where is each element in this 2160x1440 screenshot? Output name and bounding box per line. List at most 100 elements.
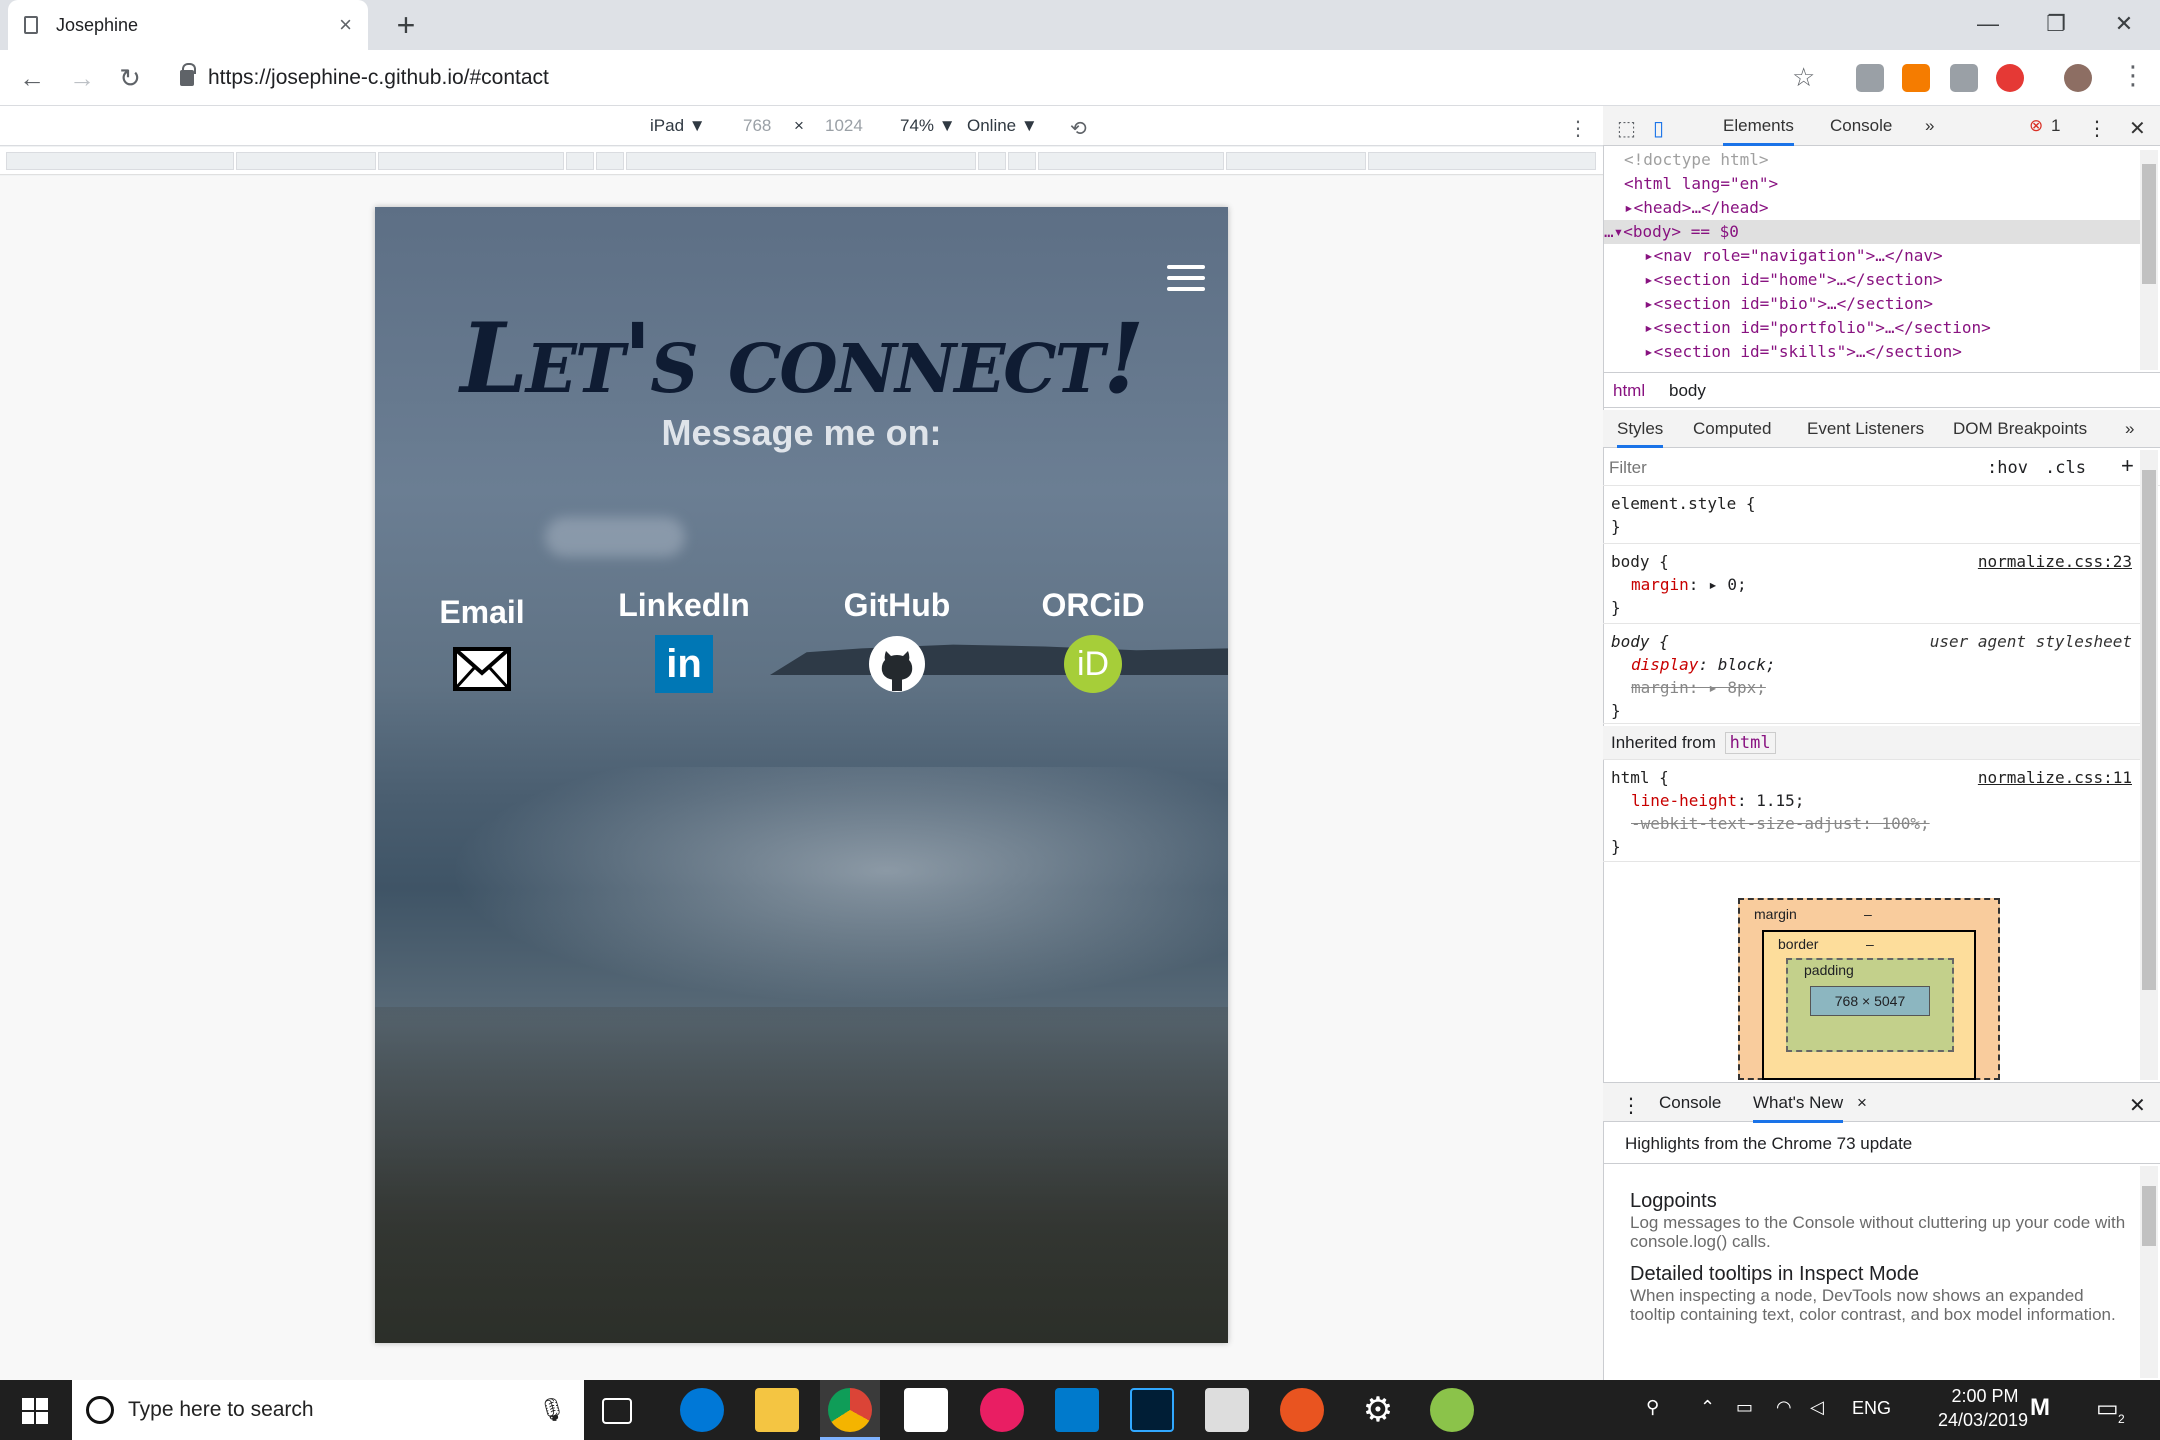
hov-toggle[interactable]: :hov: [1987, 458, 2028, 478]
inspect-icon[interactable]: ⬚: [1617, 116, 1636, 141]
dom-node[interactable]: ▸<head>…</head>: [1604, 196, 2141, 220]
inherited-element-link[interactable]: html: [1724, 732, 1776, 754]
language-indicator[interactable]: ENG: [1852, 1398, 1891, 1419]
edge-icon[interactable]: [680, 1388, 724, 1432]
rule-source-link[interactable]: normalize.css:23: [1978, 550, 2132, 573]
cortana-icon[interactable]: [86, 1396, 114, 1424]
back-button[interactable]: ←: [14, 60, 50, 96]
email-label[interactable]: Email: [392, 594, 572, 631]
zoom-select[interactable]: 74% ▼: [900, 116, 956, 136]
media-query-segment[interactable]: [1038, 152, 1224, 170]
windows-start-icon[interactable]: [22, 1398, 48, 1424]
github-icon[interactable]: [868, 635, 926, 693]
restore-button[interactable]: ❐: [2036, 6, 2076, 42]
whats-new-item[interactable]: Detailed tooltips in Inspect Mode When i…: [1630, 1263, 2130, 1324]
box-model-border[interactable]: border – padding 768 × 5047: [1762, 930, 1976, 1080]
photoshop-icon[interactable]: [1130, 1388, 1174, 1432]
linkedin-label[interactable]: LinkedIn: [594, 587, 774, 624]
dom-node[interactable]: ▸<section id="portfolio">…</section>: [1604, 316, 2141, 340]
new-tab-button[interactable]: +: [388, 8, 424, 44]
file-explorer-icon[interactable]: [755, 1388, 799, 1432]
wifi-icon[interactable]: ◠: [1776, 1397, 1792, 1418]
device-select[interactable]: iPad ▼: [650, 116, 706, 136]
media-query-segment[interactable]: [236, 152, 376, 170]
device-toggle-icon[interactable]: ▯: [1653, 116, 1664, 141]
action-center-icon[interactable]: ▭: [2096, 1394, 2119, 1423]
people-icon[interactable]: ⚲: [1646, 1397, 1659, 1418]
drawer-tab-whats-new[interactable]: What's New: [1753, 1093, 1844, 1123]
media-query-segment[interactable]: [1368, 152, 1596, 170]
menu-icon[interactable]: ⋮: [2120, 60, 2146, 91]
forward-button[interactable]: →: [64, 60, 100, 96]
dom-node[interactable]: ▸<section id="bio">…</section>: [1604, 292, 2141, 316]
rotate-icon[interactable]: ⟲: [1070, 116, 1087, 141]
store-icon[interactable]: [904, 1388, 948, 1432]
media-query-segment[interactable]: [566, 152, 594, 170]
css-property[interactable]: line-height: [1631, 791, 1737, 810]
vscode-icon[interactable]: [1055, 1388, 1099, 1432]
cls-toggle[interactable]: .cls: [2045, 458, 2086, 478]
app-tray-icon[interactable]: M: [2030, 1394, 2050, 1422]
media-query-segment[interactable]: [596, 152, 624, 170]
height-input[interactable]: 1024: [825, 116, 863, 136]
new-rule-button[interactable]: +: [2121, 453, 2134, 479]
box-model-padding[interactable]: padding 768 × 5047: [1786, 958, 1954, 1052]
style-rule[interactable]: normalize.css:23 body { margin: ▸ 0; }: [1603, 546, 2140, 624]
style-rule[interactable]: normalize.css:11 html { line-height: 1.1…: [1603, 762, 2140, 862]
whats-new-item[interactable]: Logpoints Log messages to the Console wi…: [1630, 1190, 2130, 1251]
network-select[interactable]: Online ▼: [967, 116, 1038, 136]
extension-icon[interactable]: [1996, 64, 2024, 92]
device-menu-icon[interactable]: ⋮: [1568, 116, 1588, 141]
devtools-menu-icon[interactable]: ⋮: [2087, 116, 2107, 141]
style-rule[interactable]: element.style { }: [1603, 488, 2140, 544]
task-view-icon[interactable]: [602, 1398, 632, 1424]
media-query-segment[interactable]: [6, 152, 234, 170]
hamburger-menu-icon[interactable]: [1167, 265, 1205, 291]
media-query-segment[interactable]: [626, 152, 976, 170]
minimize-button[interactable]: —: [1968, 6, 2008, 42]
dom-scrollbar[interactable]: [2140, 150, 2158, 370]
avatar[interactable]: [2064, 64, 2092, 92]
box-model-content[interactable]: 768 × 5047: [1810, 986, 1930, 1016]
orcid-icon[interactable]: iD: [1064, 635, 1122, 693]
clock-time[interactable]: 2:00 PM: [1940, 1386, 2030, 1407]
error-icon[interactable]: ⊗: [2029, 116, 2043, 136]
dom-node[interactable]: <html lang="en">: [1604, 172, 2141, 196]
volume-icon[interactable]: ◁: [1810, 1397, 1824, 1418]
envelope-icon[interactable]: [453, 640, 511, 698]
breadcrumb-body[interactable]: body: [1669, 381, 1706, 401]
more-tabs-icon[interactable]: »: [1925, 116, 1934, 136]
settings-gear-icon[interactable]: ⚙: [1356, 1388, 1400, 1432]
tab-styles[interactable]: Styles: [1617, 419, 1664, 448]
dom-node[interactable]: <!doctype html>: [1604, 148, 2141, 172]
drawer-tab-close-icon[interactable]: ×: [1857, 1093, 1867, 1113]
app-icon[interactable]: [1430, 1388, 1474, 1432]
taskbar-search[interactable]: Type here to search 🎙: [72, 1380, 584, 1440]
tab-dom-breakpoints[interactable]: DOM Breakpoints: [1953, 419, 2087, 439]
chevron-up-icon[interactable]: ⌃: [1700, 1397, 1715, 1418]
battery-icon[interactable]: ▭: [1736, 1397, 1753, 1418]
breadcrumb-html[interactable]: html: [1613, 381, 1645, 401]
tab-event-listeners[interactable]: Event Listeners: [1807, 419, 1924, 439]
dom-node[interactable]: ▸<section id="skills">…</section>: [1604, 340, 2141, 364]
media-query-segment[interactable]: [1226, 152, 1366, 170]
linkedin-icon[interactable]: in: [655, 635, 713, 693]
window-close-button[interactable]: ✕: [2104, 6, 2144, 42]
rule-source-link[interactable]: normalize.css:11: [1978, 766, 2132, 789]
ubuntu-icon[interactable]: [1280, 1388, 1324, 1432]
camera-extension-icon[interactable]: [1950, 64, 1978, 92]
bookmark-star-icon[interactable]: ☆: [1792, 62, 1815, 93]
drawer-tab-console[interactable]: Console: [1659, 1093, 1721, 1113]
more-tabs-icon[interactable]: »: [2125, 419, 2134, 439]
media-query-segment[interactable]: [978, 152, 1006, 170]
dom-node[interactable]: ▸<nav role="navigation">…</nav>: [1604, 244, 2141, 268]
css-value[interactable]: : 1.15;: [1737, 791, 1804, 810]
github-label[interactable]: GitHub: [807, 587, 987, 624]
dom-node-selected[interactable]: …▾<body> == $0: [1604, 220, 2141, 244]
tab-elements[interactable]: Elements: [1723, 116, 1794, 146]
extension-icon[interactable]: [1902, 64, 1930, 92]
width-input[interactable]: 768: [743, 116, 771, 136]
box-model-margin[interactable]: margin – border – padding 768 × 5047: [1738, 898, 2000, 1080]
css-property[interactable]: margin: [1631, 575, 1689, 594]
media-query-segment[interactable]: [378, 152, 564, 170]
